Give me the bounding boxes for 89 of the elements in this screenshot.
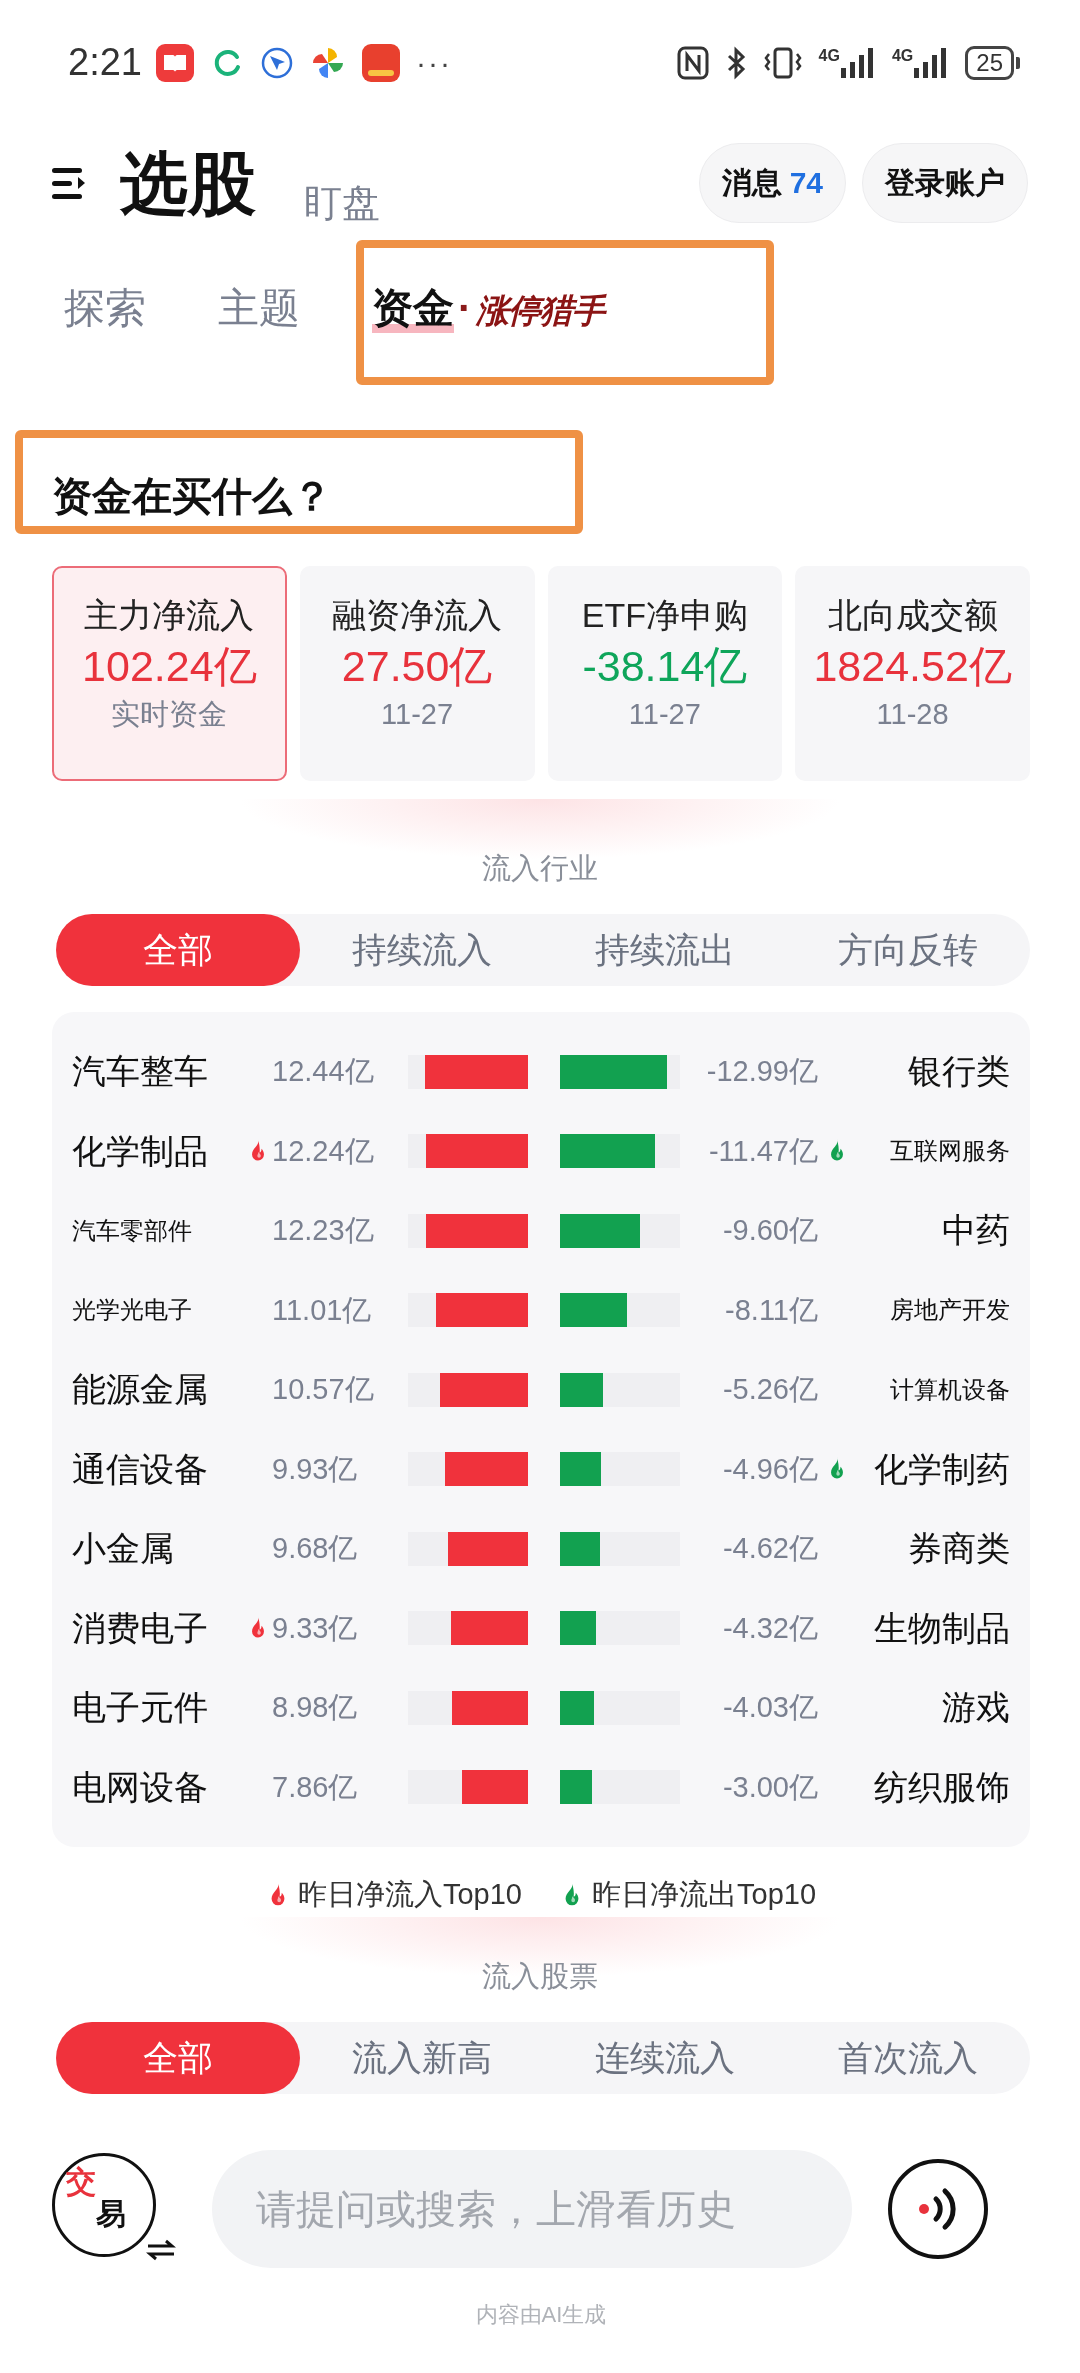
cursor-icon (259, 45, 294, 80)
outflow-value: -4.03亿 (721, 1690, 818, 1725)
filter-tab[interactable]: 全部 (56, 914, 300, 986)
app-icon (361, 43, 400, 82)
industry-name[interactable]: 中药 (856, 1205, 1010, 1257)
metric-date: 实时资金 (110, 697, 229, 732)
outflow-value: -9.60亿 (721, 1213, 818, 1248)
metric-title: ETF净申购 (580, 595, 749, 636)
metric-title: 融资净流入 (331, 595, 504, 636)
outflow-value: -5.26亿 (721, 1372, 818, 1407)
filter-tab[interactable]: 首次流入 (786, 2022, 1030, 2094)
messages-button[interactable]: 消息 74 (698, 142, 846, 223)
inflow-value: 9.68亿 (272, 1531, 359, 1566)
metric-card[interactable]: ETF净申购 -38.14亿 11-27 (547, 566, 783, 781)
battery-indicator: 25 (965, 45, 1020, 80)
metric-title: 主力净流入 (83, 595, 256, 636)
book-icon (155, 43, 194, 82)
network-label: 4G (818, 47, 840, 64)
more-dots: ··· (415, 45, 452, 81)
inflow-value: 9.33亿 (272, 1610, 359, 1646)
industry-name[interactable]: 生物制品 (856, 1602, 1010, 1654)
inflow-value: 12.24亿 (272, 1133, 375, 1169)
industry-name[interactable]: 能源金属 (72, 1364, 244, 1416)
nfc-icon (676, 45, 709, 80)
inflow-value: 9.93亿 (272, 1451, 359, 1487)
metric-value: -38.14亿 (581, 641, 749, 692)
vibrate-icon (762, 45, 803, 80)
metric-value: 102.24亿 (81, 641, 258, 692)
metric-date: 11-27 (380, 697, 455, 732)
outflow-value: -11.47亿 (707, 1133, 818, 1169)
inflow-value: 7.86亿 (272, 1769, 359, 1805)
industry-name[interactable]: 纺织服饰 (856, 1761, 1010, 1813)
industry-name[interactable]: 银行类 (856, 1046, 1010, 1098)
industry-name[interactable]: 消费电子 (72, 1602, 244, 1654)
top-tab[interactable]: 选股 (120, 131, 256, 234)
metric-card[interactable]: 北向成交额 1824.52亿 11-28 (795, 566, 1030, 781)
industry-name[interactable]: 互联网服务 (856, 1133, 1010, 1170)
outflow-value: -4.96亿 (721, 1451, 818, 1487)
outflow-value: -12.99亿 (705, 1054, 818, 1089)
industry-name[interactable]: 小金属 (72, 1523, 244, 1575)
industry-name[interactable]: 汽车整车 (72, 1046, 244, 1098)
metric-title: 北向成交额 (826, 595, 999, 636)
inflow-value: 12.44亿 (272, 1054, 375, 1089)
filter-tab[interactable]: 方向反转 (786, 914, 1030, 986)
tab[interactable]: 主题 (218, 278, 300, 340)
ai-disclaimer: 内容由AI生成 (474, 2301, 608, 2329)
inflow-value: 12.23亿 (272, 1213, 375, 1248)
metric-card[interactable]: 主力净流入 102.24亿 实时资金 (52, 566, 287, 781)
metric-card[interactable]: 融资净流入 27.50亿 11-27 (299, 566, 535, 781)
industry-name[interactable]: 电子元件 (72, 1682, 244, 1734)
inflow-value: 11.01亿 (272, 1292, 373, 1328)
filter-tab[interactable]: 连续流入 (543, 2022, 787, 2094)
metric-value: 1824.52亿 (812, 641, 1013, 692)
filter-tab[interactable]: 持续流入 (300, 914, 544, 986)
legend-label: 昨日净流入Top10 (298, 1877, 522, 1913)
filter-tab[interactable]: 流入新高 (300, 2022, 544, 2094)
signal-icon (839, 45, 876, 80)
industry-name[interactable]: 计算机设备 (856, 1371, 1010, 1408)
outflow-value: -8.11亿 (724, 1292, 818, 1328)
inflow-value: 10.57亿 (272, 1372, 375, 1407)
section-label: 流入行业 (481, 851, 599, 886)
industry-name[interactable]: 通信设备 (72, 1443, 244, 1495)
inflow-value: 8.98亿 (272, 1690, 359, 1725)
industry-name[interactable]: 券商类 (856, 1523, 1010, 1575)
legend-label: 昨日净流出Top10 (592, 1877, 816, 1913)
industry-name[interactable]: 游戏 (856, 1682, 1010, 1734)
login-button[interactable]: 登录账户 (862, 142, 1028, 223)
industry-name[interactable]: 化学制品 (72, 1125, 244, 1177)
top-tab[interactable]: 盯盘 (304, 174, 380, 234)
metric-value: 27.50亿 (340, 641, 494, 692)
industry-name[interactable]: 房地产开发 (856, 1292, 1010, 1329)
metric-date: 11-27 (627, 697, 702, 732)
industry-name[interactable]: 汽车零部件 (72, 1212, 244, 1249)
filter-tab[interactable]: 持续流出 (543, 914, 787, 986)
outflow-value: -4.62亿 (721, 1531, 818, 1566)
search-field[interactable]: 请提问或搜索，上滑看历史 (212, 2150, 852, 2268)
network-label: 4G (891, 47, 914, 64)
section-label: 流入股票 (481, 1959, 599, 1994)
industry-name[interactable]: 化学制药 (856, 1443, 1010, 1495)
industry-name[interactable]: 光学光电子 (72, 1292, 244, 1329)
outflow-value: -4.32亿 (721, 1610, 818, 1646)
section-title: 资金在买什么？ (52, 473, 333, 520)
outflow-value: -3.00亿 (721, 1769, 818, 1805)
industry-name[interactable]: 电网设备 (72, 1761, 244, 1813)
tab[interactable]: 探索 (64, 278, 146, 340)
clock-time: 2:21 (68, 40, 142, 85)
metric-date: 11-28 (875, 697, 950, 732)
exchange-icon (146, 2239, 176, 2261)
filter-tab[interactable]: 全部 (56, 2022, 300, 2094)
